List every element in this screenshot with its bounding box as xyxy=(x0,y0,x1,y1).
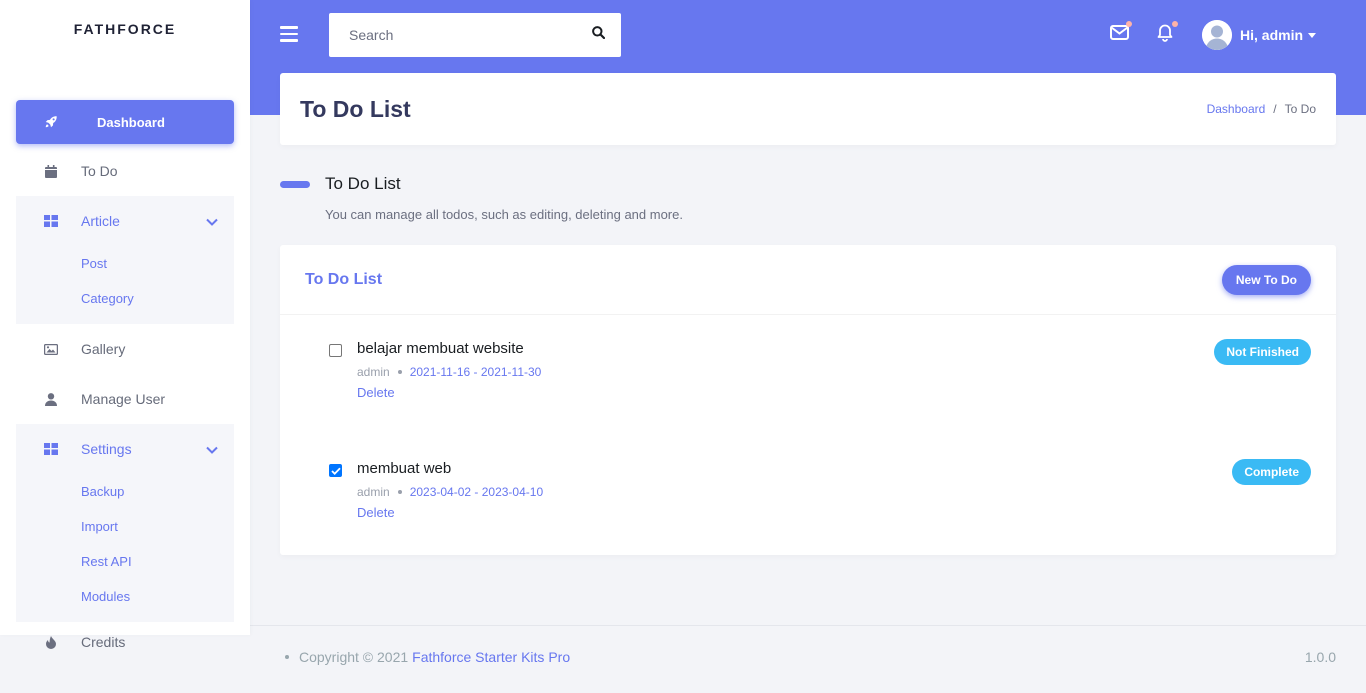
sidebar-item-settings[interactable]: Settings xyxy=(16,424,234,474)
todo-title: belajar membuat website xyxy=(357,340,524,357)
footer-bullet xyxy=(285,655,289,659)
sidebar-item-label: Gallery xyxy=(81,341,126,357)
search-icon xyxy=(591,26,605,44)
sidebar-group-article: Article Post Category xyxy=(16,196,234,324)
section-title-bar xyxy=(280,180,310,188)
copyright-text: Copyright © 2021 xyxy=(299,649,409,665)
notifications-button[interactable] xyxy=(1154,21,1178,47)
footer-version: 1.0.0 xyxy=(1304,649,1336,665)
sidebar-item-label: Settings xyxy=(81,441,132,457)
search-bar xyxy=(329,13,621,57)
sidebar-subitem-rest-api[interactable]: Rest API xyxy=(16,544,234,579)
search-button[interactable] xyxy=(575,13,621,57)
breadcrumb-separator: / xyxy=(1273,102,1277,116)
breadcrumb-current: To Do xyxy=(1284,102,1316,116)
envelope-icon xyxy=(1109,25,1129,45)
section-header: To Do List Dashboard / To Do xyxy=(280,73,1336,145)
image-icon xyxy=(44,342,58,356)
todo-item: belajar membuat website admin 2021-11-16… xyxy=(280,320,1336,400)
sidebar-group-settings: Settings Backup Import Rest API Modules xyxy=(16,424,234,622)
section-title: To Do List xyxy=(280,174,401,194)
chevron-down-icon xyxy=(206,213,218,229)
avatar xyxy=(1202,20,1232,50)
user-greeting: Hi, admin xyxy=(1240,27,1304,43)
sidebar-subitem-import[interactable]: Import xyxy=(16,509,234,544)
todo-dates: 2021-11-16 - 2021-11-30 xyxy=(409,365,542,379)
sidebar-subitem-backup[interactable]: Backup xyxy=(16,474,234,509)
chevron-down-icon xyxy=(206,441,218,457)
status-badge: Not Finished xyxy=(1214,339,1311,365)
footer-link[interactable]: Fathforce Starter Kits Pro xyxy=(412,649,570,665)
sidebar-nav: Dashboard To Do Article Post Category Ga… xyxy=(16,100,234,662)
sidebar: FATHFORCE Dashboard To Do Article Post C… xyxy=(0,0,250,650)
fire-icon xyxy=(44,635,58,649)
section-lead: You can manage all todos, such as editin… xyxy=(325,207,683,222)
todo-dates: 2023-04-02 - 2023-04-10 xyxy=(409,485,544,499)
footer-copyright: Copyright © 2021 Fathforce Starter Kits … xyxy=(285,649,570,665)
search-input[interactable] xyxy=(329,27,575,43)
sidebar-item-credits[interactable]: Credits xyxy=(16,622,234,662)
card-header: To Do List New To Do xyxy=(280,245,1336,315)
sidebar-item-article[interactable]: Article xyxy=(16,196,234,246)
grid-icon xyxy=(44,214,58,228)
todo-card: To Do List New To Do belajar membuat web… xyxy=(280,245,1336,555)
todo-item: membuat web admin 2023-04-02 - 2023-04-1… xyxy=(280,440,1336,520)
user-menu[interactable]: Hi, admin xyxy=(1202,20,1317,50)
breadcrumb-dashboard[interactable]: Dashboard xyxy=(1207,102,1266,116)
todo-author: admin xyxy=(357,365,390,379)
meta-bullet xyxy=(397,490,402,494)
brand-logo[interactable]: FATHFORCE xyxy=(0,0,250,60)
sidebar-item-label: To Do xyxy=(81,163,118,179)
sidebar-item-dashboard[interactable]: Dashboard xyxy=(16,100,234,144)
todo-author: admin xyxy=(357,485,390,499)
meta-bullet xyxy=(397,370,402,374)
checkmark-icon xyxy=(330,467,341,475)
todo-title: membuat web xyxy=(357,460,452,477)
sidebar-subitem-category[interactable]: Category xyxy=(16,281,234,316)
messages-button[interactable] xyxy=(1108,21,1132,46)
card-title: To Do List xyxy=(305,270,383,288)
sidebar-item-label: Dashboard xyxy=(97,114,165,130)
section-title-text: To Do List xyxy=(325,174,401,193)
bell-icon xyxy=(1157,24,1173,47)
sidebar-item-label: Manage User xyxy=(81,391,166,407)
footer: Copyright © 2021 Fathforce Starter Kits … xyxy=(250,625,1366,693)
todo-meta: admin 2023-04-02 - 2023-04-10 xyxy=(357,485,543,499)
calendar-icon xyxy=(44,164,58,178)
sidebar-item-label: Article xyxy=(81,213,120,229)
sidebar-item-manage-user[interactable]: Manage User xyxy=(16,374,234,424)
rocket-icon xyxy=(44,115,58,129)
grid-icon xyxy=(44,442,58,456)
todo-checkbox[interactable] xyxy=(329,464,342,477)
todo-meta: admin 2021-11-16 - 2021-11-30 xyxy=(357,365,541,379)
breadcrumb: Dashboard / To Do xyxy=(1207,102,1316,116)
sidebar-item-gallery[interactable]: Gallery xyxy=(16,324,234,374)
status-badge: Complete xyxy=(1232,459,1311,485)
notification-dot xyxy=(1126,21,1132,27)
page-title: To Do List xyxy=(300,95,411,122)
todo-checkbox[interactable] xyxy=(329,344,342,357)
sidebar-subitem-post[interactable]: Post xyxy=(16,246,234,281)
sidebar-item-todo[interactable]: To Do xyxy=(16,146,234,196)
user-icon xyxy=(44,392,58,406)
caret-down-icon xyxy=(1308,32,1317,38)
new-todo-button[interactable]: New To Do xyxy=(1221,264,1311,295)
todo-delete-link[interactable]: Delete xyxy=(357,385,395,400)
menu-toggle-icon[interactable] xyxy=(280,26,298,42)
article-submenu: Post Category xyxy=(16,246,234,324)
todo-delete-link[interactable]: Delete xyxy=(357,505,395,520)
notification-dot xyxy=(1172,21,1178,27)
sidebar-item-label: Credits xyxy=(81,634,126,650)
settings-submenu: Backup Import Rest API Modules xyxy=(16,474,234,622)
sidebar-subitem-modules[interactable]: Modules xyxy=(16,579,234,614)
